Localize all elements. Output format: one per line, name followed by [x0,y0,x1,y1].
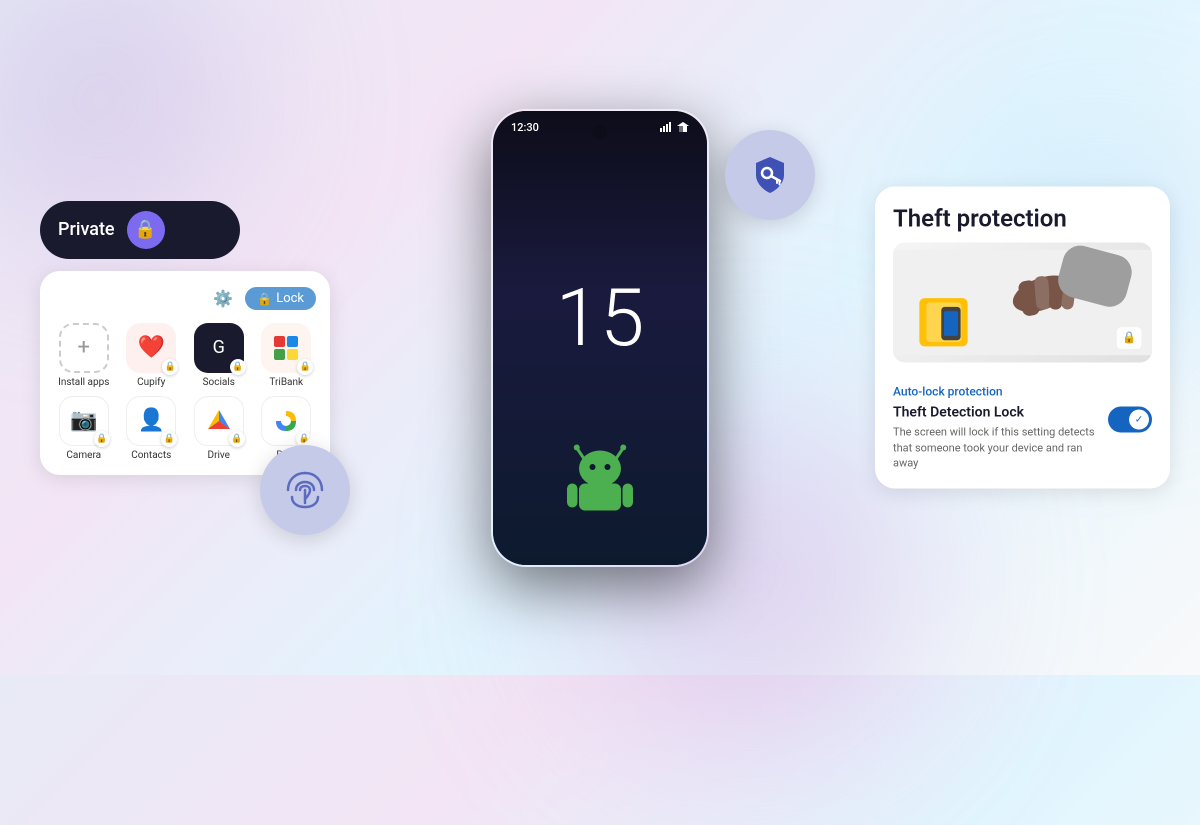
app-icon-camera: 📷 🔒 [59,396,109,446]
android-robot [555,440,645,515]
app-drive[interactable]: 🔒 Drive [189,396,249,461]
theft-card-title: Theft protection [893,204,1152,233]
app-contacts[interactable]: 👤 🔒 Contacts [122,396,182,461]
phone-time: 12:30 [511,121,539,134]
apps-grid-card: ⚙️ 🔒 Lock + Install apps ❤️ 🔒 Cupify [40,271,330,475]
app-cupify[interactable]: ❤️ 🔒 Cupify [122,323,182,388]
app-icon-contacts: 👤 🔒 [126,396,176,446]
app-icon-photos: 🔒 [261,396,311,446]
phone-camera-notch [593,125,607,139]
theft-detection-text: Theft Detection Lock The screen will loc… [893,405,1098,471]
phone-status-icons [660,122,689,132]
phone-container: 12:30 15 [490,108,710,568]
private-label: Private [58,219,115,240]
app-icon-drive: 🔒 [194,396,244,446]
gear-button[interactable]: ⚙️ [209,285,237,313]
theft-card-body: Auto-lock protection Theft Detection Loc… [875,373,1170,489]
private-space-toggle[interactable]: Private 🔒 [40,201,240,259]
private-lock-icon: 🔒 [127,211,165,249]
theft-illustration: 🔒 [893,243,1152,363]
app-install[interactable]: + Install apps [54,323,114,388]
app-icon-cupify: ❤️ 🔒 [126,323,176,373]
theft-detection-title: Theft Detection Lock [893,405,1098,421]
app-icon-install: + [59,323,109,373]
toggle-knob: ✓ [1129,410,1149,430]
theft-card: Theft protection [875,186,1170,489]
app-lock-badge-contacts: 🔒 [161,431,177,447]
lock-button[interactable]: 🔒 Lock [245,287,316,310]
apps-grid: + Install apps ❤️ 🔒 Cupify G 🔒 Socials [54,323,316,461]
app-icon-socials: G 🔒 [194,323,244,373]
theft-detection-desc: The screen will lock if this setting det… [893,425,1098,471]
app-label-install: Install apps [58,377,109,388]
app-camera[interactable]: 📷 🔒 Camera [54,396,114,461]
app-lock-badge-cupify: 🔒 [162,359,178,375]
app-label-drive: Drive [208,450,230,461]
auto-lock-label: Auto-lock protection [893,385,1152,399]
app-lock-badge-socials: 🔒 [230,359,246,375]
apps-top-bar: ⚙️ 🔒 Lock [54,285,316,313]
phone-clock-number: 15 [556,278,645,358]
lock-btn-label: Lock [276,291,304,306]
theft-card-header: Theft protection [875,186,1170,373]
app-lock-badge-photos: 🔒 [296,431,311,446]
fingerprint-bubble [260,445,350,535]
lock-btn-icon: 🔒 [257,292,272,306]
theft-protection-panel: Theft protection [875,186,1170,489]
private-space-panel: Private 🔒 ⚙️ 🔒 Lock + Install apps ❤️ 🔒 … [40,201,340,475]
security-key-bubble [725,130,815,220]
theft-detection-row: Theft Detection Lock The screen will loc… [893,405,1152,471]
app-label-contacts: Contacts [131,450,171,461]
app-lock-badge-drive: 🔒 [229,431,245,447]
app-socials[interactable]: G 🔒 Socials [189,323,249,388]
phone-device: 12:30 15 [490,108,710,568]
theft-detection-toggle[interactable]: ✓ [1108,407,1152,433]
app-lock-badge-tribank: 🔒 [297,359,313,375]
app-label-socials: Socials [203,377,235,388]
app-tribank[interactable]: 🔒 TriBank [257,323,317,388]
app-label-tribank: TriBank [269,377,303,388]
app-lock-badge-camera: 🔒 [94,431,110,447]
svg-text:🔒: 🔒 [1122,330,1136,344]
app-label-camera: Camera [66,450,101,461]
app-label-cupify: Cupify [137,377,165,388]
phone-screen: 12:30 15 [493,111,707,565]
app-icon-tribank: 🔒 [261,323,311,373]
